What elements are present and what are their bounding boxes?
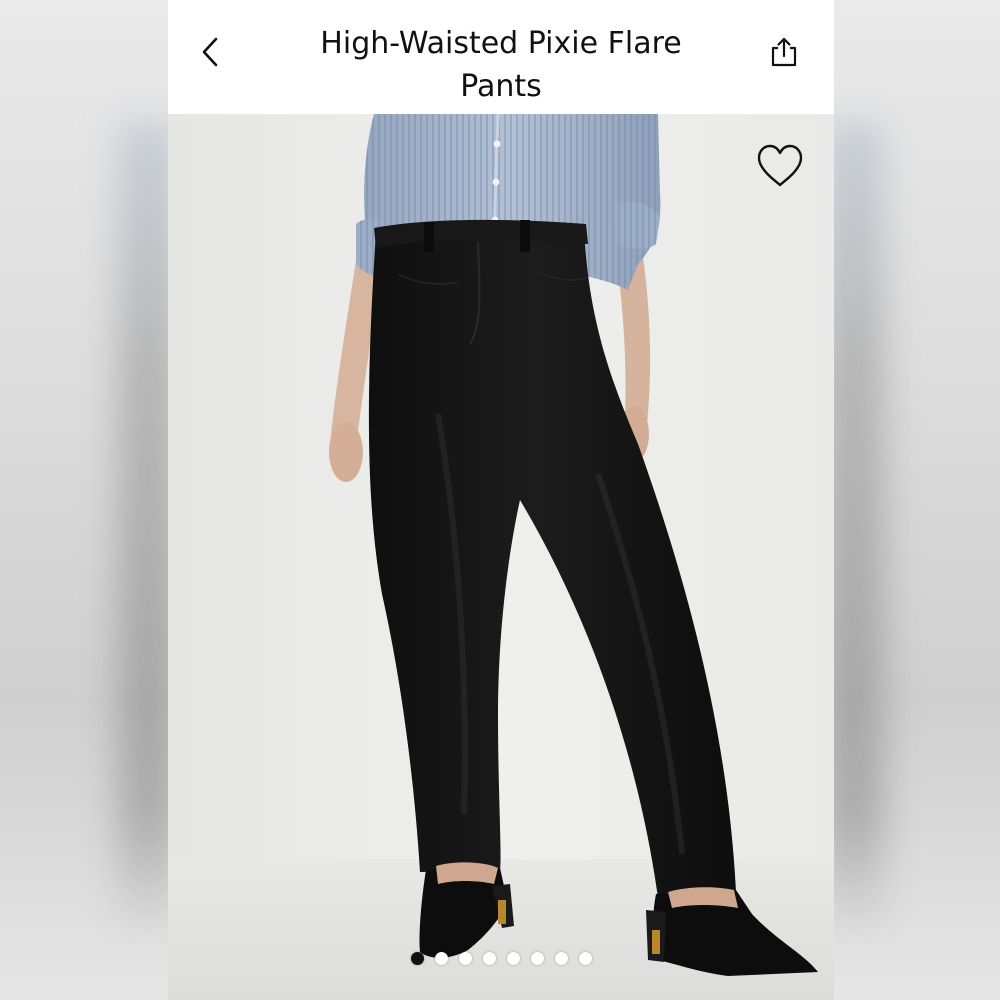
blurred-background-right — [824, 0, 1000, 1000]
heart-outline-icon — [757, 144, 803, 187]
carousel-dot[interactable] — [410, 952, 424, 965]
blurred-background-left — [0, 0, 178, 1000]
carousel-dot[interactable] — [458, 952, 472, 965]
carousel-dot[interactable] — [530, 952, 544, 965]
carousel-dot[interactable] — [434, 952, 448, 965]
carousel-dot[interactable] — [482, 952, 496, 965]
product-screen: High-Waisted Pixie Flare Pants — [168, 0, 834, 1000]
top-bar: High-Waisted Pixie Flare Pants — [168, 0, 834, 114]
favorite-button[interactable] — [754, 140, 806, 192]
carousel-dot[interactable] — [578, 952, 592, 965]
share-icon — [771, 37, 797, 67]
model-wearing-pants-illustration — [168, 114, 834, 1000]
product-image[interactable] — [168, 114, 834, 1000]
share-button[interactable] — [764, 32, 804, 72]
carousel-dot[interactable] — [554, 952, 568, 965]
page-title: High-Waisted Pixie Flare Pants — [320, 26, 682, 104]
back-button[interactable] — [190, 28, 230, 76]
carousel-indicator — [168, 952, 834, 965]
chevron-left-icon — [202, 37, 218, 67]
carousel-dot[interactable] — [506, 952, 520, 965]
